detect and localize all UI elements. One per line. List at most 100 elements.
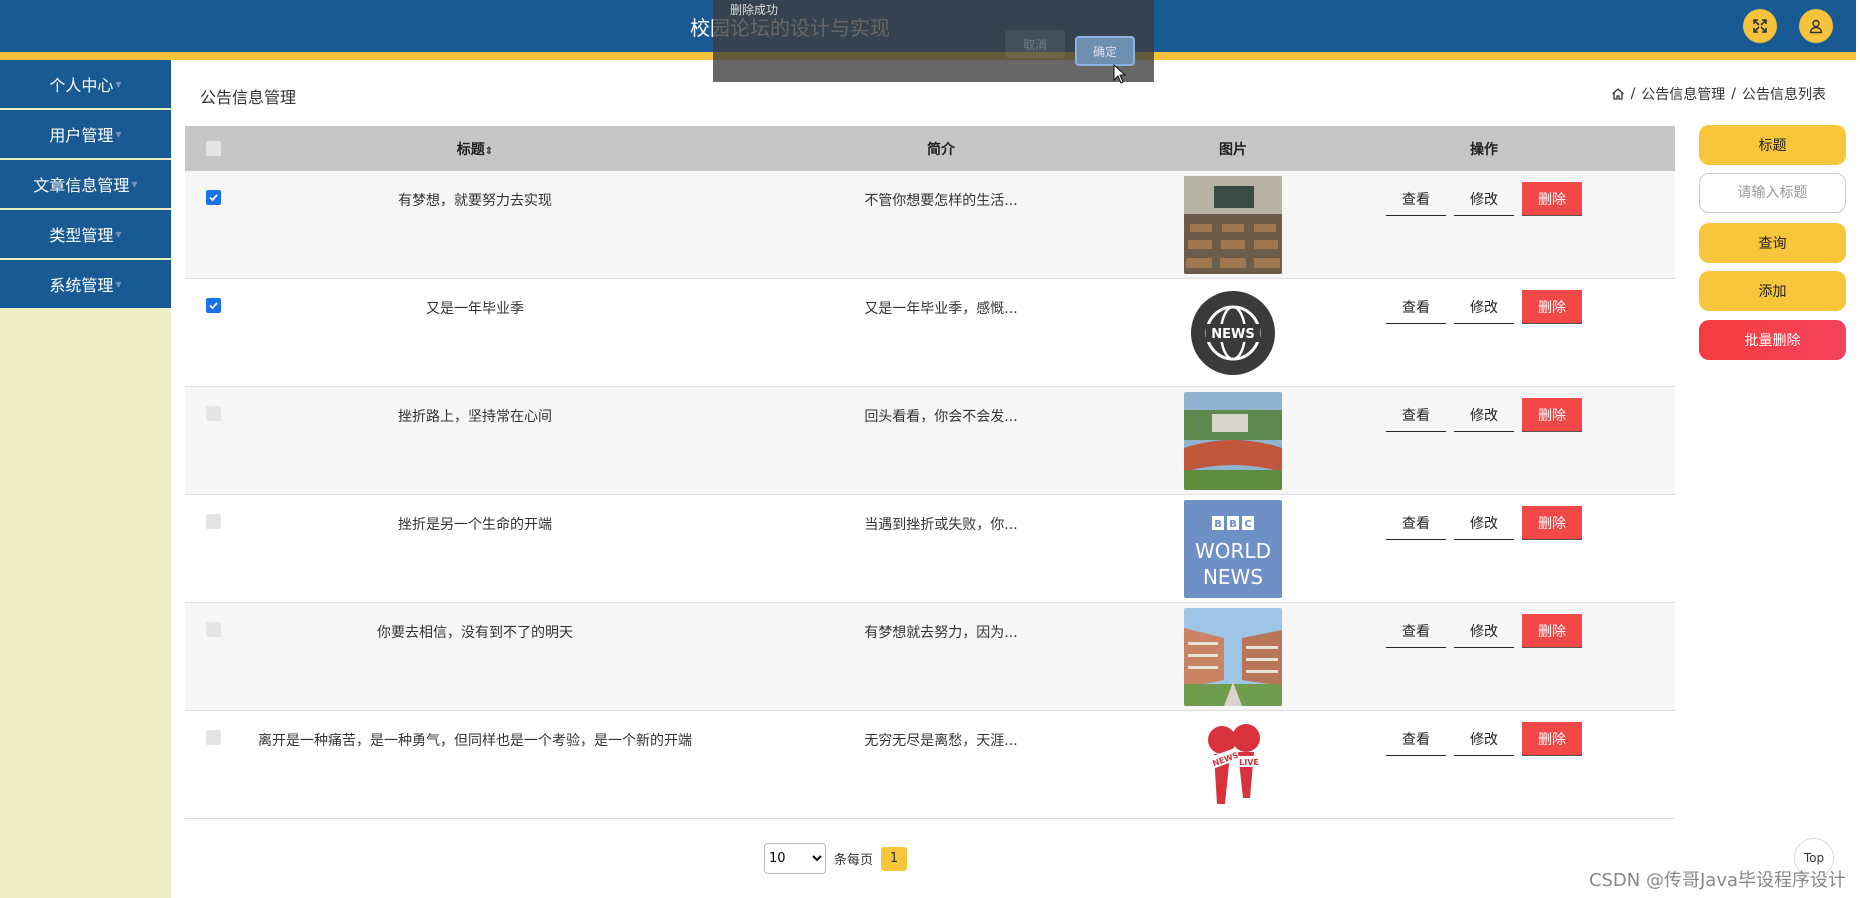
- delete-button[interactable]: 删除: [1522, 722, 1582, 756]
- delete-button[interactable]: 删除: [1522, 614, 1582, 648]
- svg-text:NEWS: NEWS: [1211, 327, 1254, 342]
- classroom-image: [1184, 176, 1282, 274]
- edit-button[interactable]: 修改: [1454, 182, 1514, 216]
- breadcrumb-level1[interactable]: 公告信息管理: [1641, 84, 1725, 104]
- select-all-checkbox[interactable]: [205, 141, 221, 156]
- edit-button[interactable]: 修改: [1454, 398, 1514, 432]
- row-checkbox[interactable]: [205, 190, 221, 205]
- toast-message: 删除成功: [730, 3, 779, 17]
- watermark: CSDN @传哥Java毕设程序设计: [1588, 870, 1846, 891]
- table-row: 你要去相信，没有到不了的明天 有梦想就去努力，因为... 查看 修改 删除: [185, 603, 1675, 711]
- row-intro: 无穷无尽是离愁，天涯...: [864, 733, 1018, 749]
- row-checkbox[interactable]: [205, 730, 221, 745]
- column-header-image: 图片: [1219, 141, 1247, 158]
- news-microphones-image: NEWS LIVE: [1184, 716, 1282, 814]
- row-title: 挫折是另一个生命的开端: [398, 517, 552, 533]
- edit-button[interactable]: 修改: [1454, 614, 1514, 648]
- table-row: 离开是一种痛苦，是一种勇气，但同样也是一个考验，是一个新的开端 无穷无尽是离愁，…: [185, 711, 1675, 819]
- chevron-down-icon: ▼: [131, 179, 138, 189]
- row-title: 又是一年毕业季: [426, 301, 524, 317]
- row-title: 离开是一种痛苦，是一种勇气，但同样也是一个考验，是一个新的开端: [258, 733, 692, 749]
- row-intro: 不管你想要怎样的生活...: [864, 193, 1018, 209]
- news-globe-image: NEWS: [1184, 284, 1282, 382]
- sort-icon[interactable]: ⇕: [485, 146, 493, 157]
- breadcrumb: / 公告信息管理 / 公告信息列表: [1611, 84, 1826, 104]
- edit-button[interactable]: 修改: [1454, 290, 1514, 324]
- row-intro: 有梦想就去努力，因为...: [864, 625, 1018, 641]
- add-button[interactable]: 添加: [1699, 271, 1846, 311]
- chevron-down-icon: ▼: [115, 79, 122, 89]
- sidebar-item-user-management[interactable]: 用户管理 ▼: [0, 110, 171, 158]
- sidebar-item-article-management[interactable]: 文章信息管理 ▼: [0, 160, 171, 208]
- sidebar-item-label: 个人中心: [49, 76, 114, 95]
- row-title: 有梦想，就要努力去实现: [398, 193, 552, 209]
- page-size-select[interactable]: 10: [764, 843, 826, 874]
- row-checkbox[interactable]: [205, 406, 221, 421]
- breadcrumb-separator: /: [1630, 86, 1636, 102]
- sidebar-item-type-management[interactable]: 类型管理 ▼: [0, 210, 171, 258]
- column-title-label: 标题: [456, 141, 485, 158]
- toast-cancel-button[interactable]: 取消: [1005, 30, 1065, 58]
- row-title: 挫折路上，坚持常在心间: [398, 409, 552, 425]
- search-field-label: 标题: [1699, 125, 1846, 165]
- chevron-down-icon: ▼: [115, 279, 122, 289]
- sidebar-item-label: 类型管理: [49, 226, 114, 245]
- user-button[interactable]: [1799, 9, 1833, 43]
- sidebar-item-label: 用户管理: [49, 126, 114, 145]
- breadcrumb-level2: 公告信息列表: [1742, 87, 1826, 103]
- check-icon: [208, 302, 218, 310]
- view-button[interactable]: 查看: [1386, 722, 1446, 756]
- campus-building-image: [1184, 608, 1282, 706]
- delete-button[interactable]: 删除: [1522, 290, 1582, 324]
- view-button[interactable]: 查看: [1386, 614, 1446, 648]
- per-page-label: 条每页: [834, 853, 874, 868]
- page-title: 公告信息管理: [200, 88, 297, 107]
- delete-success-toast: 删除成功 取消 确定: [713, 0, 1154, 82]
- batch-delete-button[interactable]: 批量删除: [1699, 320, 1846, 360]
- table-row: 挫折是另一个生命的开端 当遇到挫折或失败，你... B B C WORLD NE…: [185, 495, 1675, 603]
- sidebar-item-personal-center[interactable]: 个人中心 ▼: [0, 60, 171, 108]
- view-button[interactable]: 查看: [1386, 182, 1446, 216]
- mouse-cursor-icon: [1113, 64, 1127, 84]
- query-button[interactable]: 查询: [1699, 223, 1846, 263]
- home-icon[interactable]: [1611, 87, 1625, 101]
- view-button[interactable]: 查看: [1386, 398, 1446, 432]
- row-intro: 又是一年毕业季，感慨...: [864, 301, 1018, 317]
- toast-confirm-button[interactable]: 确定: [1075, 36, 1135, 66]
- sports-field-image: [1184, 392, 1282, 490]
- svg-text:NEWS: NEWS: [1203, 565, 1263, 589]
- delete-button[interactable]: 删除: [1522, 506, 1582, 540]
- breadcrumb-separator: /: [1731, 86, 1736, 102]
- table-row: 有梦想，就要努力去实现 不管你想要怎样的生活... 查看 修改 删除: [185, 171, 1675, 279]
- row-checkbox[interactable]: [205, 622, 221, 637]
- row-intro: 回头看看，你会不会发...: [864, 409, 1018, 425]
- search-input[interactable]: [1699, 173, 1846, 213]
- sidebar-item-system-management[interactable]: 系统管理 ▼: [0, 260, 171, 308]
- svg-text:B: B: [1229, 519, 1237, 530]
- pagination: 10 条每页 1: [764, 843, 908, 874]
- sidebar: 个人中心 ▼ 用户管理 ▼ 文章信息管理 ▼ 类型管理 ▼ 系统管理 ▼: [0, 60, 171, 898]
- view-button[interactable]: 查看: [1386, 506, 1446, 540]
- svg-text:LIVE: LIVE: [1239, 758, 1259, 767]
- delete-button[interactable]: 删除: [1522, 398, 1582, 432]
- column-header-title[interactable]: 标题⇕: [241, 139, 709, 159]
- chevron-down-icon: ▼: [115, 129, 122, 139]
- view-button[interactable]: 查看: [1386, 290, 1446, 324]
- svg-text:WORLD: WORLD: [1195, 539, 1271, 563]
- svg-text:C: C: [1244, 519, 1251, 530]
- edit-button[interactable]: 修改: [1454, 506, 1514, 540]
- chevron-down-icon: ▼: [115, 229, 122, 239]
- sidebar-item-label: 系统管理: [49, 276, 114, 295]
- fullscreen-icon: [1753, 19, 1767, 33]
- delete-button[interactable]: 删除: [1522, 182, 1582, 216]
- row-checkbox[interactable]: [205, 298, 221, 313]
- fullscreen-button[interactable]: [1743, 9, 1777, 43]
- row-title: 你要去相信，没有到不了的明天: [377, 625, 573, 641]
- page-number-current[interactable]: 1: [881, 846, 908, 871]
- table-row: 又是一年毕业季 又是一年毕业季，感慨... NEWS 查看 修改 删除: [185, 279, 1675, 387]
- edit-button[interactable]: 修改: [1454, 722, 1514, 756]
- column-header-intro: 简介: [927, 141, 955, 158]
- announcement-table: 标题⇕ 简介 图片 操作 有梦想，就要努力去实现 不管你想要怎样的生活... 查…: [185, 126, 1675, 819]
- row-checkbox[interactable]: [205, 514, 221, 529]
- table-header: 标题⇕ 简介 图片 操作: [185, 126, 1675, 171]
